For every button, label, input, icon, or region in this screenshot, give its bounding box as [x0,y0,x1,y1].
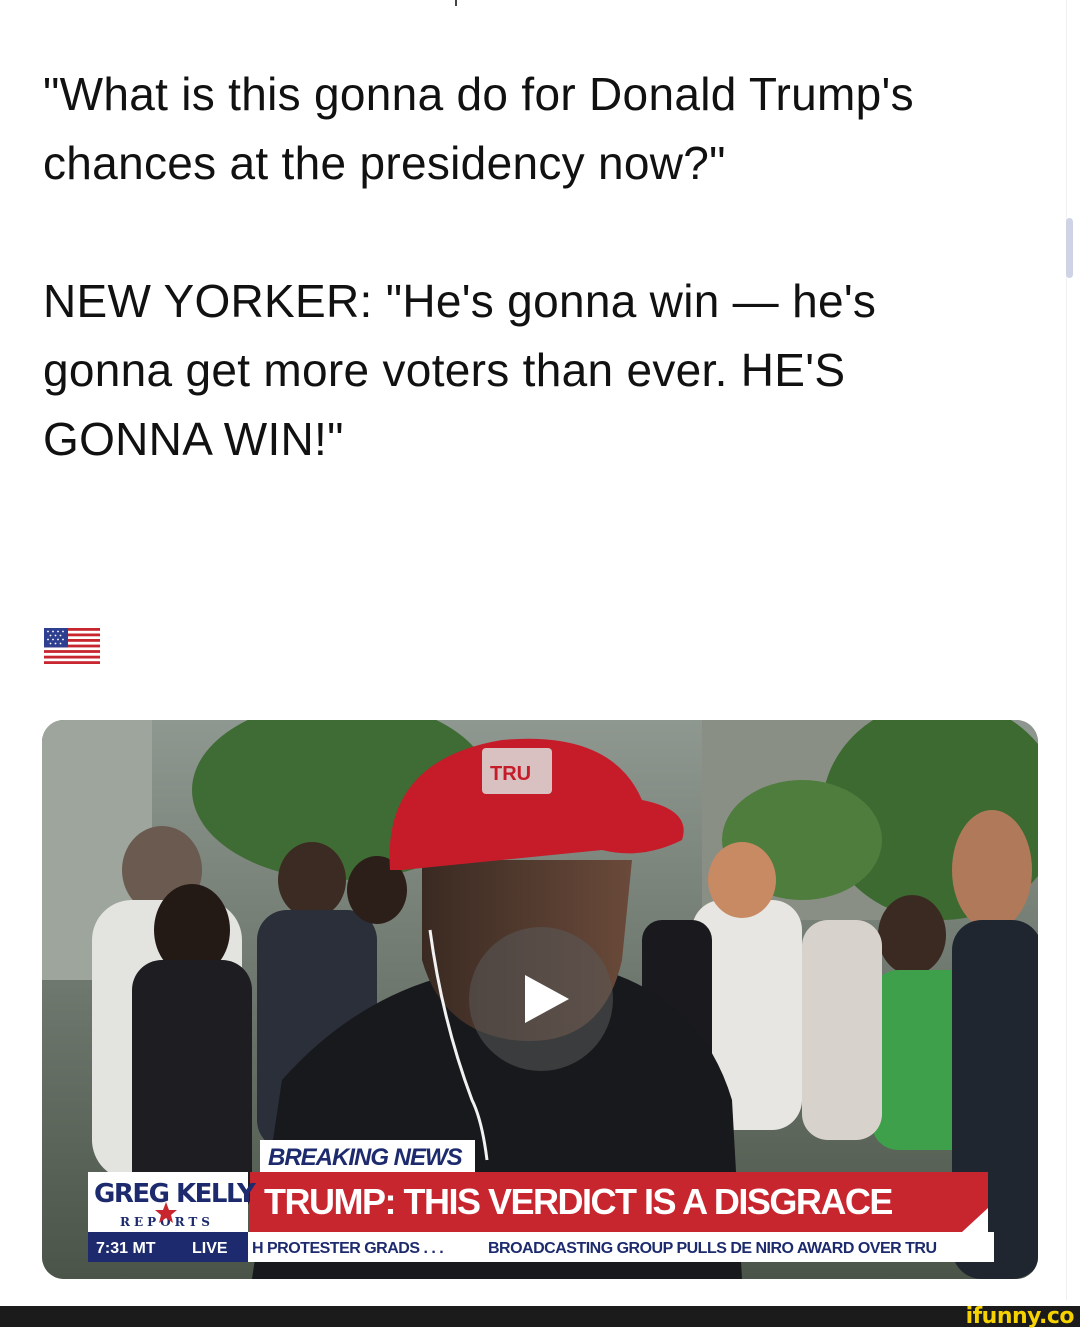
headline-text: TRUMP: THIS VERDICT IS A DISGRACE [264,1181,892,1222]
cap-text: TRU [490,763,531,785]
live-label: LIVE [192,1240,228,1257]
post-question: "What is this gonna do for Donald Trump'… [43,68,914,189]
play-button[interactable] [469,927,613,1071]
ticker-text-1: H PROTESTER GRADS . . . [252,1240,443,1257]
time-text: 7:31 MT [96,1240,156,1257]
ifunny-watermark: ifunny.co [965,1304,1075,1329]
bottom-bar [0,1306,1080,1327]
play-icon [525,975,569,1023]
top-divider-mark [455,0,457,6]
us-flag-icon [44,628,100,664]
post-answer: NEW YORKER: "He's gonna win — he's gonna… [43,275,877,465]
ticker-text-2: BROADCASTING GROUP PULLS DE NIRO AWARD O… [488,1240,937,1257]
scrollbar-thumb[interactable] [1066,218,1073,278]
page-edge-line [1066,0,1067,1300]
post-text: "What is this gonna do for Donald Trump'… [43,60,1003,474]
show-logo-title: GREG KELLY [94,1179,257,1209]
breaking-news-label: BREAKING NEWS [268,1144,463,1171]
